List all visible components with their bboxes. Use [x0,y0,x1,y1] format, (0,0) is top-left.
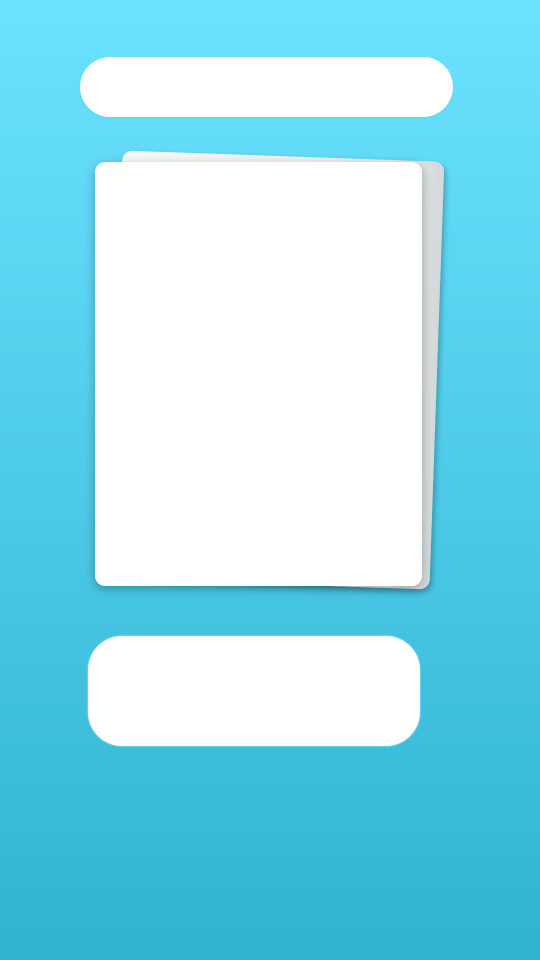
app-screen [0,0,540,960]
title-bar [80,57,453,117]
action-button[interactable] [88,636,420,746]
card-front[interactable] [95,162,422,586]
card-stack [95,150,455,600]
